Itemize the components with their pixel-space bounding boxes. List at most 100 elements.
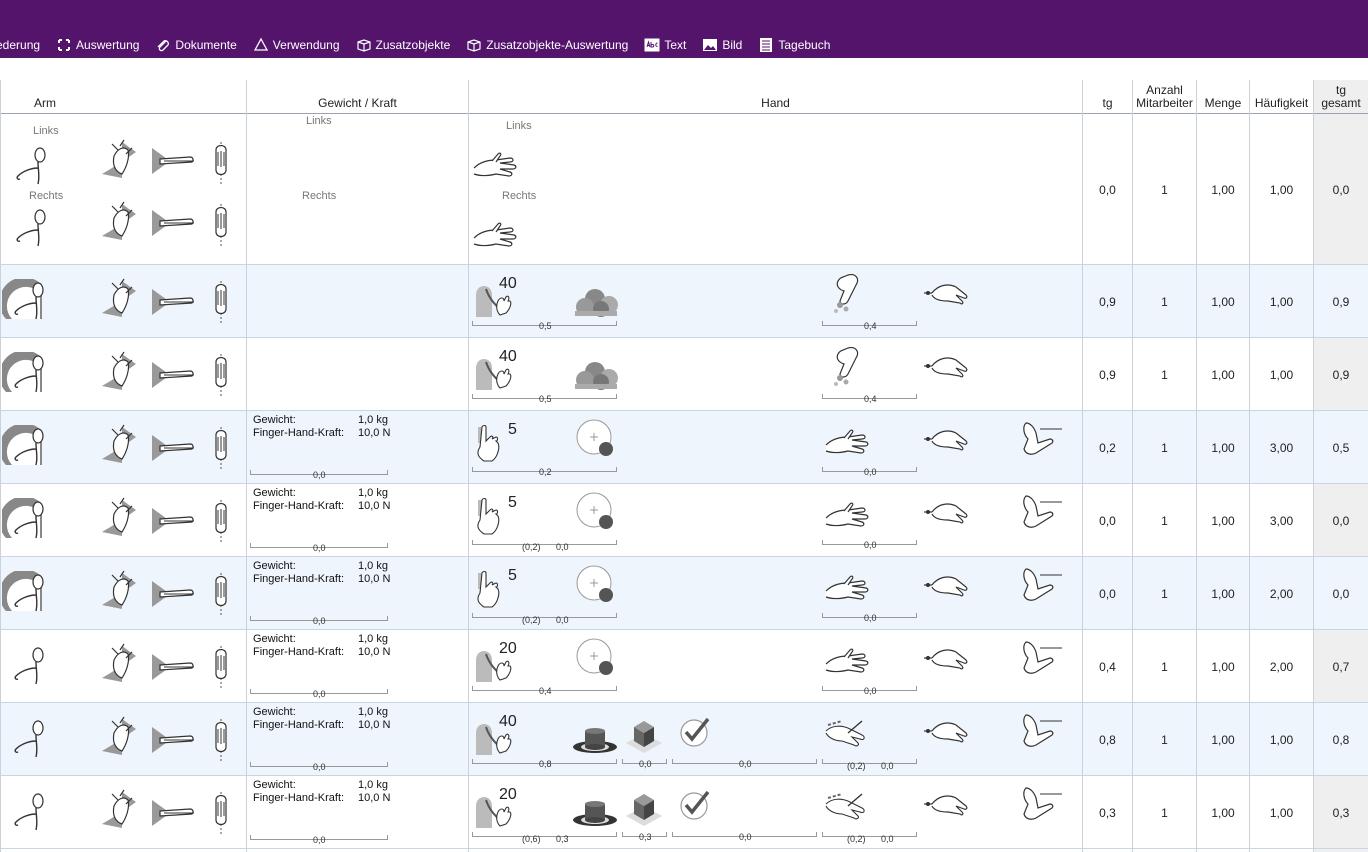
toolbar-label: Auswertung <box>76 38 140 52</box>
header-gesamt[interactable]: tg gesamt <box>1314 80 1368 113</box>
hand-open-icon <box>822 644 870 678</box>
gewicht-value: 1,0 kg <box>358 487 388 499</box>
distance-value: 20 <box>499 640 517 657</box>
cell-tg: 0,0 <box>1099 182 1116 197</box>
cell-mitarbeiter: 1 <box>1161 732 1168 747</box>
hand-open-icon <box>822 498 870 532</box>
toolbar-label: Verwendung <box>272 38 340 52</box>
arm-vertical-icon <box>210 790 232 836</box>
sub-value: 0,0 <box>739 832 752 842</box>
cell-haeufigkeit: 1,00 <box>1269 294 1294 309</box>
header-kraft[interactable]: Gewicht / Kraft <box>247 80 468 113</box>
header-tg[interactable]: tg <box>1083 80 1132 113</box>
kraft-label: Finger-Hand-Kraft: <box>253 427 345 439</box>
gewicht-value: 1,0 kg <box>358 414 388 426</box>
arm-posture-icon <box>2 571 46 615</box>
cell-mitarbeiter: 1 <box>1161 805 1168 820</box>
toolbar-label: Bild <box>722 38 743 52</box>
objects-icon <box>573 285 619 317</box>
cell-tg: 0,3 <box>1099 805 1116 820</box>
hand-point-icon <box>922 425 968 455</box>
sub-value: 0,2 <box>539 467 552 477</box>
hand-point-icon <box>922 790 968 820</box>
toolbar-item-auswertung[interactable]: Auswertung <box>56 37 139 53</box>
sub-value: (0,2) <box>847 834 866 844</box>
cell-mitarbeiter: 1 <box>1161 586 1168 601</box>
cell-gesamt: 0,8 <box>1332 732 1350 747</box>
arm-vertical-icon <box>210 140 232 186</box>
arm-posture-icon <box>2 790 46 834</box>
cell-haeufigkeit: 1,00 <box>1269 732 1294 747</box>
cell-gesamt: 0,3 <box>1332 805 1350 820</box>
sub-value: 0,0 <box>313 543 326 553</box>
column-divider <box>1132 80 1133 852</box>
arm-rechts-label: Rechts <box>29 190 64 202</box>
hand-write-icon <box>822 715 868 749</box>
sub-value: 0,0 <box>313 470 326 480</box>
cell-tg: 0,0 <box>1099 513 1116 528</box>
arm-posture-icon <box>2 425 46 469</box>
wrist-posture-icon <box>100 423 144 469</box>
wrist-posture-icon <box>100 496 144 542</box>
cell-gesamt: 0,5 <box>1332 440 1350 455</box>
arm-vertical-icon <box>210 498 232 544</box>
hand-point-icon <box>922 571 968 601</box>
toolbar-label: Zusatzobjekte <box>375 38 451 52</box>
toolbar-item-text[interactable]: Text <box>644 37 686 53</box>
cell-menge: 1,00 <box>1211 805 1235 820</box>
toolbar-item-dokumente[interactable]: Dokumente <box>155 37 237 53</box>
arm-vertical-icon <box>210 571 232 617</box>
sub-value: 0,0 <box>313 616 326 626</box>
sub-value: (0,2) <box>522 615 541 625</box>
toolbar-label: Dokumente <box>175 38 237 52</box>
arm-bend-icon <box>1020 640 1064 680</box>
toolbar-item-partial[interactable]: ederung <box>0 38 40 52</box>
distance-value: 20 <box>499 786 517 803</box>
arm-bend-icon <box>1020 567 1064 607</box>
toolbar: ederung Auswertung Dokumente Verwendung … <box>0 33 846 57</box>
toolbar-label: Tagebuch <box>778 38 831 52</box>
cell-haeufigkeit: 2,00 <box>1269 659 1294 674</box>
toolbar-item-bild[interactable]: Bild <box>702 37 742 53</box>
toolbar-label: ederung <box>0 38 41 52</box>
toolbar-item-verwendung[interactable]: Verwendung <box>253 37 340 53</box>
kraft-label: Finger-Hand-Kraft: <box>253 719 345 731</box>
header-arm[interactable]: Arm <box>0 80 90 113</box>
box-icon <box>466 37 482 53</box>
arm-bend-icon <box>1020 786 1064 826</box>
arm-bend-icon <box>1020 494 1064 534</box>
toolbar-label: Zusatzobjekte-Auswertung <box>486 38 629 52</box>
sub-value: 0,0 <box>864 467 877 477</box>
toolbar-item-tagebuch[interactable]: Tagebuch <box>758 37 830 53</box>
cell-mitarbeiter: 1 <box>1161 659 1168 674</box>
column-divider <box>1196 80 1197 852</box>
arm-vertical-icon <box>210 717 232 763</box>
kraft-value: 10,0 N <box>358 500 391 512</box>
cell-menge: 1,00 <box>1211 440 1235 455</box>
column-divider <box>1082 80 1083 852</box>
header-menge[interactable]: Menge <box>1197 80 1249 113</box>
value-bracket <box>822 759 917 764</box>
cell-mitarbeiter: 1 <box>1161 367 1168 382</box>
distance-value: 40 <box>499 348 517 365</box>
cell-gesamt: 0,0 <box>1332 182 1350 197</box>
sub-value: 0,3 <box>556 834 569 844</box>
finger-icon <box>470 423 510 465</box>
gewicht-label: Gewicht: <box>253 779 296 791</box>
sub-value: 0,0 <box>556 615 569 625</box>
cell-haeufigkeit: 1,00 <box>1269 805 1294 820</box>
objects-icon <box>573 358 619 390</box>
distance-value: 5 <box>508 567 517 584</box>
header-hand[interactable]: Hand <box>469 80 1082 113</box>
check-icon <box>678 715 714 747</box>
header-haeufigkeit[interactable]: Häufigkeit <box>1250 80 1313 113</box>
sub-value: 0,0 <box>639 759 652 769</box>
column-divider <box>1249 80 1250 852</box>
kraft-label: Finger-Hand-Kraft: <box>253 646 345 658</box>
kraft-links-label: Links <box>306 115 332 127</box>
header-mitarbeiter[interactable]: Anzahl Mitarbeiter <box>1133 80 1196 113</box>
arm-links-label: Links <box>33 125 59 137</box>
cell-haeufigkeit: 2,00 <box>1269 586 1294 601</box>
toolbar-item-zusatzobjekte-auswertung[interactable]: Zusatzobjekte-Auswertung <box>466 37 628 53</box>
toolbar-item-zusatzobjekte[interactable]: Zusatzobjekte <box>356 37 451 53</box>
